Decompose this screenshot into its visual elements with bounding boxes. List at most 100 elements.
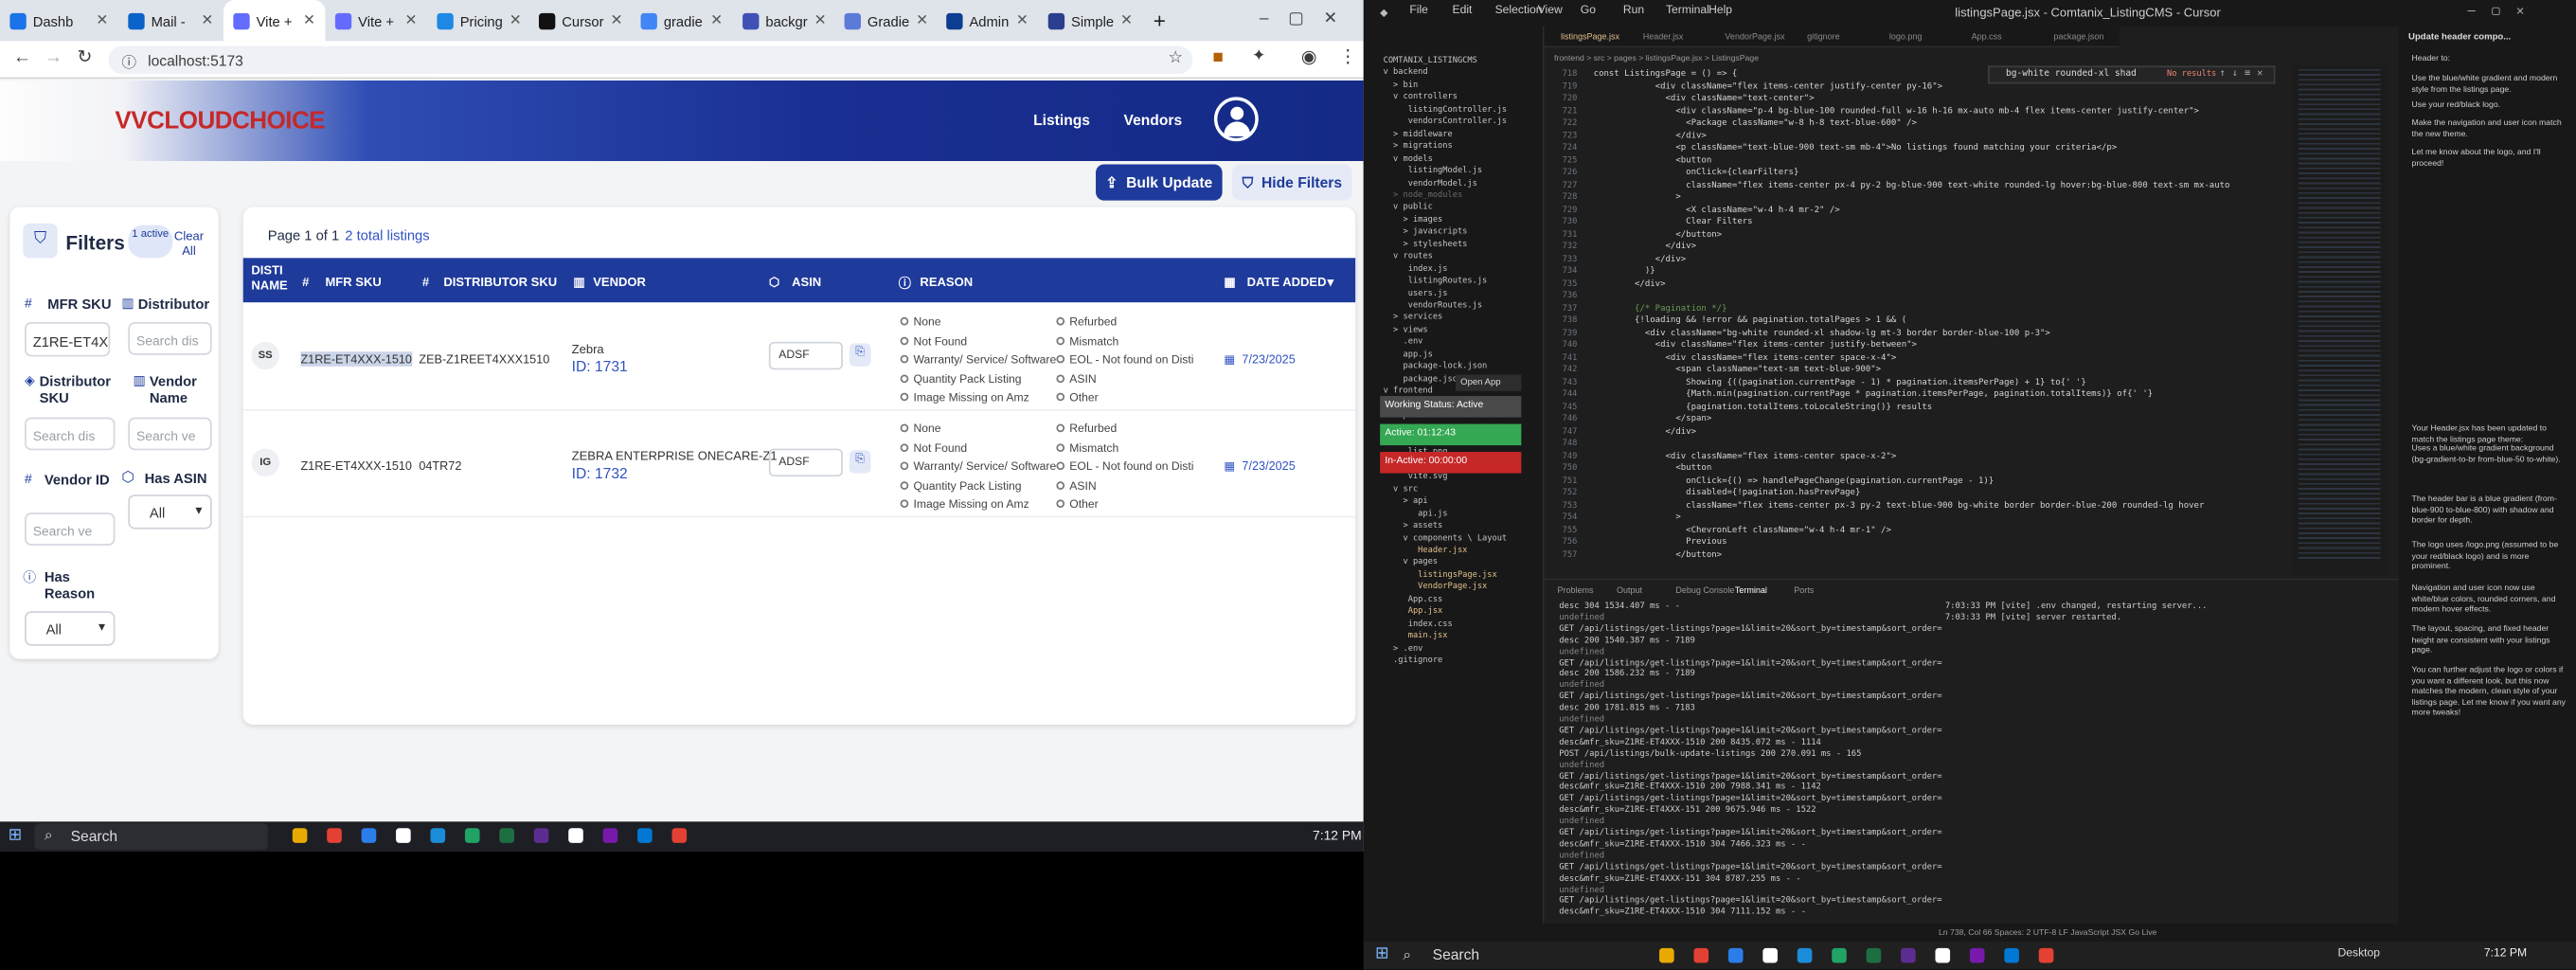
explorer-item[interactable]: listingRoutes.js — [1384, 277, 1488, 286]
explorer-item[interactable]: main.jsx — [1384, 631, 1448, 640]
distributor-sku-input[interactable]: Search dis — [25, 417, 116, 451]
editor-tab[interactable]: App.css — [1972, 33, 2002, 43]
explorer-item[interactable]: VendorPage.jsx — [1384, 583, 1487, 592]
taskbar-search-box[interactable]: ⌕ Search — [34, 823, 268, 850]
browser-tab[interactable]: Cursor ✕ — [529, 0, 632, 41]
explorer-item[interactable]: vendorRoutes.js — [1384, 300, 1482, 310]
explorer-item[interactable]: > migrations — [1384, 141, 1453, 151]
reason-option[interactable]: Image Missing on Amz — [900, 496, 1029, 515]
menu-item[interactable]: File — [1409, 5, 1428, 16]
reason-option[interactable]: ASIN — [1056, 477, 1097, 496]
browser-tab[interactable]: Admin ✕ — [937, 0, 1039, 41]
explorer-item[interactable]: vendorModel.js — [1384, 178, 1477, 188]
menu-item[interactable]: Selection — [1495, 5, 1543, 16]
extensions-puzzle-icon[interactable]: ✦ — [1252, 47, 1266, 65]
explorer-item[interactable]: vite.svg — [1384, 472, 1448, 481]
browser-tab[interactable]: Vite + ✕ — [325, 0, 427, 41]
browser-tab[interactable]: Vite + ✕ — [223, 0, 326, 42]
explorer-item[interactable]: > .env — [1384, 643, 1422, 653]
explorer-item[interactable]: v pages — [1384, 558, 1438, 567]
hide-filters-button[interactable]: ⛉ Hide Filters — [1232, 164, 1352, 201]
editor-tab[interactable]: package.json — [2053, 33, 2103, 43]
taskbar-app-icon[interactable] — [430, 828, 446, 843]
explorer-item[interactable]: .gitignore — [1384, 656, 1442, 665]
nav-vendors[interactable]: Vendors — [1124, 112, 1183, 128]
explorer-item[interactable]: package.json — [1384, 374, 1462, 384]
panel-tab[interactable]: Output — [1617, 586, 1642, 596]
bookmark-star-icon[interactable]: ☆ — [1168, 49, 1183, 67]
explorer-item[interactable]: > images — [1384, 215, 1442, 225]
site-info-icon[interactable]: ⓘ — [121, 51, 136, 73]
explorer-item[interactable]: Header.jsx — [1384, 546, 1467, 555]
copy-icon[interactable]: ⎘ — [849, 343, 871, 367]
reason-option[interactable]: ASIN — [1056, 370, 1097, 389]
tab-close-icon[interactable]: ✕ — [1120, 11, 1133, 29]
vendor-name-input[interactable]: Search ve — [128, 417, 212, 451]
tab-close-icon[interactable]: ✕ — [814, 11, 827, 29]
editor-tab[interactable]: VendorPage.jsx — [1725, 33, 1784, 43]
menu-item[interactable]: View — [1538, 5, 1563, 16]
taskbar-app-icon[interactable] — [396, 828, 411, 843]
explorer-item[interactable]: api.js — [1384, 509, 1447, 518]
col-vendor[interactable]: VENDOR — [593, 275, 646, 290]
explorer-item[interactable]: users.js — [1384, 289, 1448, 298]
col-reason[interactable]: REASON — [920, 275, 973, 290]
tab-close-icon[interactable]: ✕ — [610, 11, 622, 29]
menu-item[interactable]: Run — [1623, 5, 1644, 16]
explorer-item[interactable]: > javascripts — [1384, 227, 1467, 237]
editor-tab[interactable]: listingsPage.jsx — [1561, 33, 1619, 43]
browser-tab[interactable]: Dashb ✕ — [0, 0, 118, 41]
explorer-item[interactable]: App.css — [1384, 595, 1443, 604]
taskbar-app-icon[interactable] — [1727, 947, 1744, 963]
col-mfr-sku[interactable]: MFR SKU — [325, 275, 381, 290]
brand-logo[interactable]: VVCLOUDCHOICE — [115, 107, 325, 135]
forward-icon[interactable]: → — [45, 47, 63, 67]
editor-tab[interactable]: Header.jsx — [1643, 33, 1684, 43]
taskbar-app-icon[interactable] — [602, 828, 618, 843]
explorer-item[interactable]: > assets — [1384, 521, 1442, 530]
explorer-item[interactable]: v src — [1384, 484, 1418, 494]
asin-input[interactable]: ADSF — [768, 341, 843, 370]
col-date-added[interactable]: DATE ADDED — [1247, 275, 1327, 290]
panel-tab[interactable]: Debug Console — [1675, 586, 1734, 596]
taskbar-app-icon[interactable] — [568, 828, 583, 843]
taskbar-app-icon[interactable] — [464, 828, 480, 843]
reason-option[interactable]: Not Found — [900, 440, 967, 458]
window-controls[interactable]: –▢✕ — [2468, 3, 2541, 18]
explorer-item[interactable]: index.css — [1384, 619, 1453, 628]
reason-option[interactable]: Quantity Pack Listing — [900, 370, 1022, 389]
explorer-item[interactable]: > api — [1384, 496, 1427, 506]
has-asin-select[interactable]: All ▾ — [128, 494, 212, 530]
explorer-item[interactable]: listingsPage.jsx — [1384, 570, 1497, 580]
col-distributor-sku[interactable]: DISTRIBUTOR SKU — [443, 275, 557, 290]
taskbar-app-icon[interactable] — [1797, 947, 1813, 963]
explorer-item[interactable]: > services — [1384, 313, 1442, 322]
taskbar-app-icon[interactable] — [533, 828, 549, 843]
find-query[interactable]: bg-white rounded-xl shad — [2006, 69, 2137, 79]
panel-tab[interactable]: Problems — [1557, 586, 1593, 596]
browser-tab[interactable]: Mail - ✕ — [118, 0, 224, 41]
has-reason-select[interactable]: All ▾ — [25, 611, 116, 646]
taskbar-app-icon[interactable] — [2038, 947, 2054, 963]
reason-option[interactable]: Other — [1056, 389, 1099, 408]
reason-option[interactable]: None — [900, 421, 941, 440]
col-disti-name[interactable]: DISTI NAME — [251, 263, 292, 293]
editor-tab[interactable]: logo.png — [1889, 33, 1923, 43]
open-app-button[interactable]: Open App — [1455, 374, 1522, 391]
windows-start-icon[interactable]: ⊞ — [9, 827, 23, 845]
user-avatar-icon[interactable] — [1213, 97, 1259, 142]
editor-tab[interactable]: gitignore — [1807, 33, 1840, 43]
new-tab-icon[interactable]: + — [1154, 9, 1166, 42]
back-icon[interactable]: ← — [13, 47, 31, 67]
browser-tab[interactable]: backgr ✕ — [733, 0, 835, 41]
explorer-item[interactable]: v public — [1384, 203, 1433, 212]
window-controls[interactable]: –▢✕ — [1260, 9, 1357, 27]
taskbar-app-icon[interactable] — [499, 828, 514, 843]
reason-option[interactable]: Not Found — [900, 332, 967, 351]
panel-tab[interactable]: Terminal — [1735, 586, 1767, 596]
taskbar-app-icon[interactable] — [1866, 947, 1882, 963]
tab-close-icon[interactable]: ✕ — [96, 11, 108, 29]
explorer-item[interactable]: > bin — [1384, 81, 1418, 90]
extension-icon[interactable]: ■ — [1212, 47, 1224, 67]
browser-tab[interactable]: Simple ✕ — [1038, 0, 1140, 41]
